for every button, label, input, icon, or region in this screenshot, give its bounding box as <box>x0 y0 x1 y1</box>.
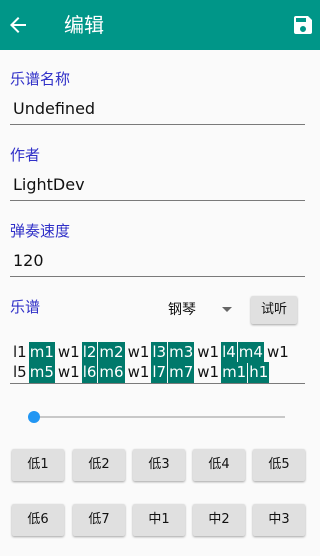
speed-field[interactable]: 120 <box>10 248 305 277</box>
score-note: l4 <box>221 342 237 363</box>
key-button-mid2[interactable]: 中2 <box>193 504 245 536</box>
save-icon[interactable] <box>291 13 315 37</box>
score-note: m2 <box>98 342 125 363</box>
key-button-low7[interactable]: 低7 <box>73 504 125 536</box>
score-note: m6 <box>98 362 125 383</box>
key-button-mid1[interactable]: 中1 <box>133 504 185 536</box>
score-note: l3 <box>151 342 168 363</box>
key-button-mid3[interactable]: 中3 <box>253 504 305 536</box>
instrument-select[interactable]: 钢琴 <box>168 301 196 319</box>
key-button-low4[interactable]: 低4 <box>193 449 245 481</box>
key-button-low3[interactable]: 低3 <box>133 449 185 481</box>
key-button-low6[interactable]: 低6 <box>12 504 64 536</box>
name-label: 乐谱名称 <box>10 70 71 88</box>
key-button-low2[interactable]: 低2 <box>73 449 125 481</box>
score-note: m3 <box>168 342 195 363</box>
key-button-low5[interactable]: 低5 <box>253 449 305 481</box>
score-note: w1 <box>266 343 289 361</box>
score-note: w1 <box>127 343 150 361</box>
key-button-low1[interactable]: 低1 <box>12 449 64 481</box>
score-line-1: l1 m1 w1 l2 m2 w1 l3 m3 w1 l4 m4 w1 <box>12 342 291 363</box>
author-field[interactable]: LightDev <box>10 172 305 201</box>
slider-track[interactable] <box>34 416 285 418</box>
score-note: l1 <box>13 343 27 361</box>
score-note: w1 <box>197 363 220 381</box>
speed-label: 弹奏速度 <box>10 222 71 240</box>
score-note: m1 <box>28 342 55 363</box>
page-title: 编辑 <box>64 13 104 37</box>
score-note: w1 <box>127 363 150 381</box>
score-note: m1 <box>221 362 248 383</box>
score-note: w1 <box>57 343 80 361</box>
dropdown-arrow-icon[interactable] <box>222 307 232 312</box>
score-note: m4 <box>237 342 264 363</box>
slider-thumb[interactable] <box>28 411 40 423</box>
score-input[interactable]: l1 m1 w1 l2 m2 w1 l3 m3 w1 l4 m4 w1 l5 m5 w1 l6 m6 w1 l7 m… <box>10 340 305 384</box>
speed-value: 120 <box>13 251 44 270</box>
score-note: l5 <box>13 363 27 381</box>
app-bar: 编辑 <box>0 0 320 50</box>
score-note: l2 <box>81 342 98 363</box>
score-note: m5 <box>28 362 55 383</box>
score-note: l6 <box>81 362 98 383</box>
score-line-2: l5 m5 w1 l6 m6 w1 l7 m7 w1 m1 h1 <box>12 362 270 383</box>
author-value: LightDev <box>13 175 85 194</box>
arrow-left-icon[interactable] <box>6 13 30 37</box>
score-note: w1 <box>57 363 80 381</box>
listen-button[interactable]: 试听 <box>251 296 297 324</box>
name-field[interactable]: Undefined <box>10 96 305 125</box>
author-label: 作者 <box>10 146 41 164</box>
score-note: m7 <box>168 362 195 383</box>
name-value: Undefined <box>13 99 96 118</box>
score-note: h1 <box>248 362 270 383</box>
score-label: 乐谱 <box>10 298 41 316</box>
score-note: w1 <box>197 343 220 361</box>
score-note: l7 <box>151 362 168 383</box>
